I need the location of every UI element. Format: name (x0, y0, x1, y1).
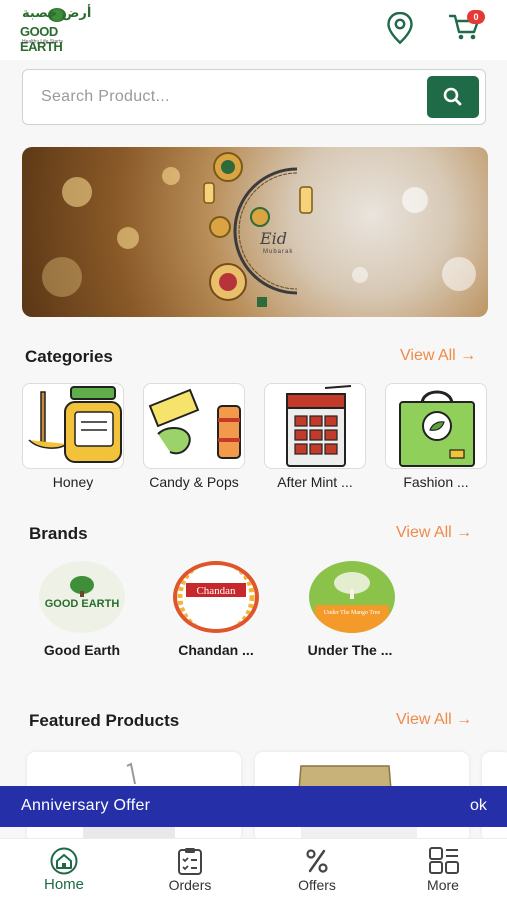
search-bar (22, 69, 486, 125)
brand-label: Chandan ... (178, 642, 254, 658)
category-label: Honey (52, 474, 94, 490)
logo-tagline: Healthy Life Starts (22, 39, 63, 45)
brand-chandan[interactable]: Chandan (173, 561, 259, 633)
orders-clipboard-icon (178, 848, 202, 875)
categories-heading: Categories (25, 347, 113, 366)
category-card-honey[interactable] (22, 383, 124, 469)
category-card-after-mint[interactable] (264, 383, 366, 469)
nav-home[interactable]: Home (19, 839, 109, 900)
view-all-label: View All (396, 524, 452, 541)
category-label: After Mint ... (277, 474, 353, 490)
categories-view-all-link[interactable]: View All → (400, 347, 476, 365)
brand-logo-text: GOOD EARTH (45, 598, 120, 610)
cart-count-badge: 0 (467, 10, 485, 24)
anniversary-offer-bar: Anniversary Offer ok (0, 786, 507, 827)
good-earth-logo-icon: GOOD EARTH (45, 576, 120, 610)
category-label: Candy & Pops (149, 474, 239, 490)
mango-tree-logo-icon: Under The Mango Tree (315, 572, 389, 633)
offer-ok-button[interactable]: ok (470, 797, 487, 815)
nav-offers[interactable]: Offers (272, 839, 362, 900)
brand-label: Good Earth (43, 642, 121, 658)
app-screen: أرض خصبة GOOD EARTH Healthy Life Starts … (0, 0, 507, 900)
arrow-right-icon: → (451, 524, 473, 541)
chandan-logo-icon: Chandan (177, 565, 255, 629)
location-pin-icon (387, 11, 413, 45)
nav-label: More (427, 877, 459, 893)
banner-subtitle: Mubarak (263, 249, 294, 255)
brand-logo-text: Chandan (196, 585, 236, 597)
percent-icon (306, 849, 328, 873)
candy-icon (148, 388, 241, 459)
logo-arabic-text: أرض خصبة (22, 6, 92, 21)
banner-title: Eid (260, 229, 288, 248)
nav-label: Orders (168, 877, 212, 893)
bottom-navigation: Home Orders Offers More (0, 838, 507, 900)
nav-orders[interactable]: Orders (145, 839, 235, 900)
nav-label: Offers (298, 877, 336, 893)
arrow-right-icon: → (455, 347, 477, 364)
category-label: Fashion ... (403, 474, 469, 490)
eco-bag-icon (399, 390, 475, 467)
offer-text: Anniversary Offer (21, 797, 151, 814)
view-all-label: View All (400, 347, 456, 364)
arrow-right-icon: → (451, 711, 473, 728)
search-icon (443, 87, 462, 106)
home-icon (50, 847, 78, 875)
promo-banner[interactable]: Eid Mubarak (22, 147, 488, 317)
location-button[interactable] (383, 10, 417, 46)
category-card-candy[interactable] (143, 383, 245, 469)
honey-jar-icon (28, 386, 122, 463)
grid-menu-icon (429, 847, 459, 874)
featured-heading: Featured Products (29, 711, 180, 730)
brand-label: Under The ... (307, 642, 393, 658)
top-bar: أرض خصبة GOOD EARTH Healthy Life Starts … (0, 0, 507, 60)
brand-good-earth[interactable]: GOOD EARTH (39, 561, 125, 633)
brands-heading: Brands (29, 524, 88, 543)
brand-logo[interactable]: أرض خصبة GOOD EARTH Healthy Life Starts (18, 6, 96, 54)
nav-label: Home (43, 876, 84, 893)
search-button[interactable] (427, 76, 479, 118)
featured-view-all-link[interactable]: View All → (396, 711, 472, 729)
mint-box-icon (286, 385, 352, 467)
category-card-fashion[interactable] (385, 383, 487, 469)
view-all-label: View All (396, 711, 452, 728)
brands-view-all-link[interactable]: View All → (396, 524, 472, 542)
search-input[interactable] (41, 80, 421, 114)
brand-under-the-mango-tree[interactable]: Under The Mango Tree (309, 561, 395, 633)
nav-more[interactable]: More (398, 839, 488, 900)
brand-logo-text: Under The Mango Tree (324, 610, 381, 616)
